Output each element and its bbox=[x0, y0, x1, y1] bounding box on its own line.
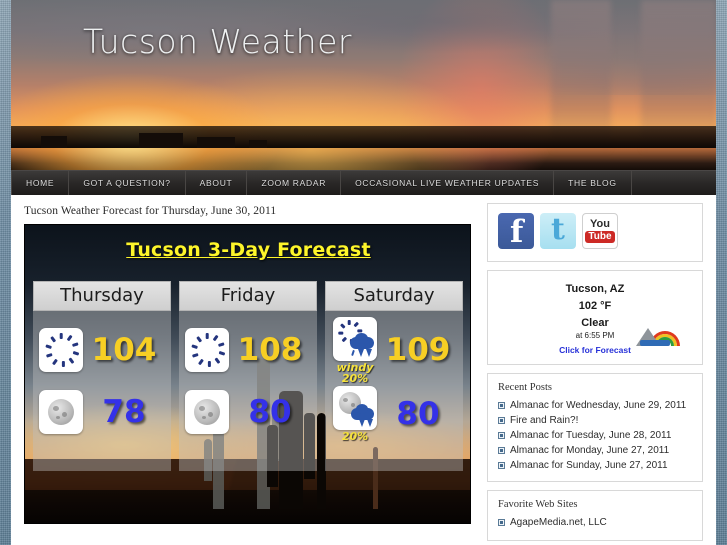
facebook-icon[interactable] bbox=[498, 213, 534, 250]
weather-temperature: 102 °F bbox=[578, 300, 612, 312]
bullet-icon bbox=[498, 462, 505, 469]
recent-posts-widget: Recent Posts Almanac for Wednesday, June… bbox=[487, 373, 703, 482]
sun-cloud-thunder-icon bbox=[333, 316, 377, 361]
bullet-icon bbox=[498, 519, 505, 526]
forecast-day-name: Thursday bbox=[33, 281, 171, 311]
recent-post-link[interactable]: Fire and Rain?! bbox=[510, 413, 578, 428]
favorite-sites-list: AgapeMedia.net, LLC bbox=[498, 515, 692, 530]
recent-posts-title: Recent Posts bbox=[498, 382, 552, 393]
site-header-banner: Tucson Weather bbox=[11, 0, 716, 170]
forecast-day-column-thursday: Thursday 104 78 bbox=[33, 281, 171, 471]
list-item[interactable]: Almanac for Tuesday, June 28, 2011 bbox=[498, 428, 692, 443]
forecast-day-name: Friday bbox=[179, 281, 317, 311]
nav-item-got-a-question[interactable]: Got a Question? bbox=[69, 171, 186, 195]
nav-item-zoom-radar[interactable]: Zoom Radar bbox=[247, 171, 342, 195]
bullet-icon bbox=[498, 447, 505, 454]
forecast-low-temp: 80 bbox=[248, 394, 292, 430]
favorite-sites-title: Favorite Web Sites bbox=[498, 499, 578, 510]
page-container: Tucson Weather Home Got a Question? Abou… bbox=[11, 0, 716, 545]
forecast-title: Tucson 3-Day Forecast bbox=[126, 239, 371, 261]
bullet-icon bbox=[498, 432, 505, 439]
weather-provider-logo-icon bbox=[636, 324, 680, 346]
forecast-day-body: windy 20% 109 20% 80 bbox=[325, 311, 463, 471]
forecast-day-column-saturday: Saturday windy 20% 109 20% 80 bbox=[325, 281, 463, 471]
nav-item-home[interactable]: Home bbox=[11, 171, 70, 195]
forecast-day-column-friday: Friday 108 80 bbox=[179, 281, 317, 471]
header-building bbox=[197, 137, 235, 148]
forecast-day-note: windy 20% bbox=[336, 360, 374, 385]
bullet-icon bbox=[498, 402, 505, 409]
forecast-foreground-ground bbox=[25, 490, 470, 523]
header-city-skyline bbox=[11, 126, 716, 148]
forecast-low-temp: 80 bbox=[396, 396, 440, 432]
social-links-widget: You Tube bbox=[487, 203, 703, 262]
click-for-forecast-link[interactable]: Click for Forecast bbox=[498, 345, 692, 355]
forecast-day-body: 108 80 bbox=[179, 311, 317, 471]
youtube-you-text: You bbox=[590, 218, 610, 230]
header-building bbox=[41, 136, 67, 148]
content-columns: Tucson Weather Forecast for Thursday, Ju… bbox=[11, 195, 716, 545]
list-item[interactable]: Fire and Rain?! bbox=[498, 413, 692, 428]
current-weather-widget: Tucson, AZ 102 °F Clear at 6:55 PM Click… bbox=[487, 270, 703, 365]
forecast-low-temp: 78 bbox=[102, 394, 146, 430]
sun-icon bbox=[39, 328, 83, 372]
nav-item-occasional-live-weather-updates[interactable]: Occasional Live Weather Updates bbox=[341, 171, 555, 195]
bullet-icon bbox=[498, 417, 505, 424]
twitter-icon[interactable] bbox=[540, 212, 576, 249]
nav-item-about[interactable]: About bbox=[186, 171, 248, 195]
forecast-high-temp: 108 bbox=[237, 332, 303, 368]
header-building bbox=[139, 133, 183, 148]
forecast-daytime-row: windy 20% 109 bbox=[325, 316, 463, 385]
recent-post-link[interactable]: Almanac for Monday, June 27, 2011 bbox=[510, 443, 669, 458]
forecast-high-temp: 104 bbox=[91, 332, 157, 368]
moon-cloud-thunder-icon bbox=[333, 386, 377, 430]
favorite-web-sites-widget: Favorite Web Sites AgapeMedia.net, LLC bbox=[487, 490, 703, 541]
list-item[interactable]: AgapeMedia.net, LLC bbox=[498, 515, 692, 530]
main-content: Tucson Weather Forecast for Thursday, Ju… bbox=[11, 195, 479, 545]
moon-icon bbox=[39, 390, 83, 434]
recent-posts-list: Almanac for Wednesday, June 29, 2011 Fir… bbox=[498, 398, 692, 473]
youtube-tube-text: Tube bbox=[585, 231, 615, 243]
sidebar: You Tube Tucson, AZ 102 °F Clear at 6:55… bbox=[479, 195, 703, 545]
recent-post-link[interactable]: Almanac for Sunday, June 27, 2011 bbox=[510, 458, 668, 473]
list-item[interactable]: Almanac for Sunday, June 27, 2011 bbox=[498, 458, 692, 473]
forecast-daytime-row: 108 bbox=[179, 319, 317, 381]
forecast-night-row: 80 bbox=[179, 381, 317, 443]
moon-icon bbox=[185, 390, 229, 434]
site-title: Tucson Weather bbox=[83, 22, 352, 61]
logo-base-bar bbox=[640, 340, 670, 346]
main-navigation: Home Got a Question? About Zoom Radar Oc… bbox=[11, 170, 716, 195]
recent-post-link[interactable]: Almanac for Wednesday, June 29, 2011 bbox=[510, 398, 686, 413]
sun-icon bbox=[185, 328, 229, 372]
header-building bbox=[249, 140, 267, 148]
forecast-day-name: Saturday bbox=[325, 281, 463, 311]
weather-city: Tucson, AZ bbox=[565, 283, 625, 295]
forecast-days-row: Thursday 104 78 Friday 108 80 Saturday w… bbox=[33, 281, 464, 471]
post-title: Tucson Weather Forecast for Thursday, Ju… bbox=[24, 205, 277, 217]
list-item[interactable]: Almanac for Wednesday, June 29, 2011 bbox=[498, 398, 692, 413]
forecast-daytime-row: 104 bbox=[33, 319, 171, 381]
forecast-high-temp: 109 bbox=[385, 332, 451, 368]
favorite-site-link[interactable]: AgapeMedia.net, LLC bbox=[510, 515, 607, 530]
forecast-night-row: 20% 80 bbox=[325, 381, 463, 447]
forecast-night-row: 78 bbox=[33, 381, 171, 443]
forecast-day-body: 104 78 bbox=[33, 311, 171, 471]
forecast-night-note: 20% bbox=[341, 430, 369, 443]
list-item[interactable]: Almanac for Monday, June 27, 2011 bbox=[498, 443, 692, 458]
recent-post-link[interactable]: Almanac for Tuesday, June 28, 2011 bbox=[510, 428, 671, 443]
nav-item-the-blog[interactable]: The Blog bbox=[554, 171, 632, 195]
forecast-graphic: Tucson 3-Day Forecast Thursday 104 78 Fr… bbox=[24, 224, 471, 524]
youtube-icon[interactable]: You Tube bbox=[582, 213, 618, 249]
